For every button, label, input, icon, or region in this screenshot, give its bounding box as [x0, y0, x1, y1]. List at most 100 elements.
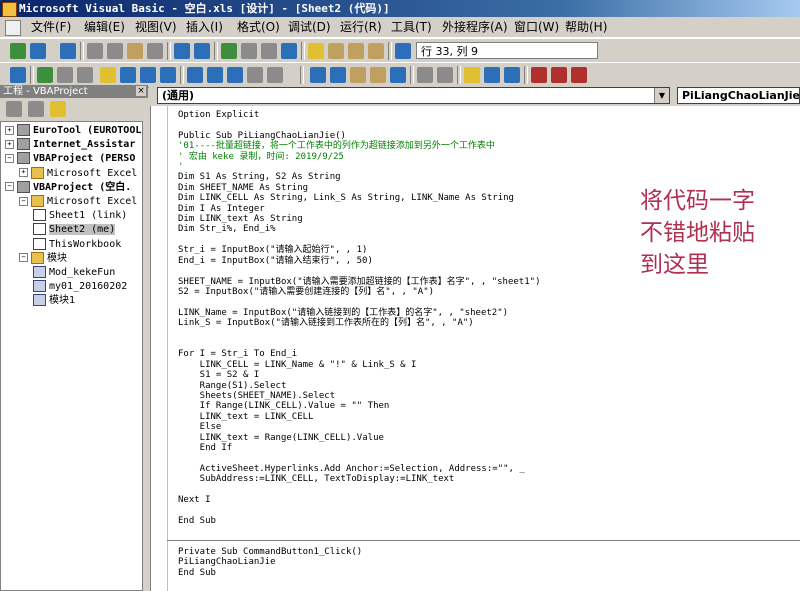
stop-icon[interactable] — [77, 67, 93, 83]
expand-icon[interactable]: + — [19, 168, 28, 178]
list-constants-icon[interactable] — [330, 67, 346, 83]
code-window-icon[interactable] — [5, 20, 21, 36]
collapse-icon[interactable]: − — [19, 253, 28, 263]
toggle-breakpoint-icon[interactable] — [100, 67, 116, 83]
code-line[interactable] — [178, 453, 798, 463]
step-into-icon[interactable] — [120, 67, 136, 83]
code-line[interactable]: LINK_Name = InputBox("请输入链接到的【工作表】的名字", … — [178, 308, 798, 318]
code-comment-line[interactable]: ' 宏由 keke 录制，时间: 2019/9/25 — [178, 152, 798, 162]
code-line[interactable]: PiLiangChaoLianJie — [178, 557, 798, 567]
menu-file[interactable]: 文件(F) — [29, 17, 73, 37]
tree-item[interactable]: Mod_kekeFun — [33, 266, 115, 280]
menu-help[interactable]: 帮助(H) — [563, 17, 609, 37]
project-explorer-icon[interactable] — [308, 43, 324, 59]
project-tree-scrollbar[interactable] — [143, 121, 149, 591]
tree-item[interactable]: my01_20160202 — [33, 280, 127, 294]
undo-icon[interactable] — [174, 43, 190, 59]
tree-item[interactable]: − VBAProject (PERSO — [5, 152, 135, 166]
code-line[interactable] — [178, 485, 798, 495]
code-line[interactable]: Dim S1 As String, S2 As String — [178, 172, 798, 182]
view-object-icon[interactable] — [28, 101, 44, 117]
locals-window-icon[interactable] — [187, 67, 203, 83]
copy-icon[interactable] — [107, 43, 123, 59]
code-line[interactable]: Sheets(SHEET_NAME).Select — [178, 391, 798, 401]
tree-item[interactable]: Sheet1 (link) — [33, 209, 127, 223]
tree-item[interactable]: − Microsoft Excel — [19, 195, 137, 209]
uncomment-block-icon[interactable] — [504, 67, 520, 83]
menu-window[interactable]: 窗口(W) — [512, 17, 561, 37]
code-comment-line[interactable]: ' — [178, 162, 798, 172]
reset-icon[interactable] — [261, 43, 277, 59]
code-line[interactable]: LINK_text = Range(LINK_CELL).Value — [178, 433, 798, 443]
tree-item[interactable]: + Internet_Assistar — [5, 138, 135, 152]
menu-addins[interactable]: 外接程序(A) — [440, 17, 510, 37]
code-line[interactable]: S2 = InputBox("请输入需要创建连接的【列】名", , "A") — [178, 287, 798, 297]
save-icon[interactable] — [60, 43, 76, 59]
parameter-info-icon[interactable] — [370, 67, 386, 83]
quick-watch-icon[interactable] — [247, 67, 263, 83]
code-line[interactable] — [178, 537, 798, 547]
break-icon[interactable] — [241, 43, 257, 59]
code-line[interactable]: End Sub — [178, 516, 798, 526]
bookmark-toggle-icon[interactable] — [531, 67, 547, 83]
tree-item[interactable]: ThisWorkbook — [33, 237, 121, 252]
code-line[interactable] — [178, 297, 798, 307]
code-line[interactable]: S1 = S2 & I — [178, 370, 798, 380]
help-icon[interactable] — [395, 43, 411, 59]
code-line[interactable]: Range(S1).Select — [178, 381, 798, 391]
procedure-combo[interactable]: PiLiangChaoLianJie — [677, 87, 800, 104]
tree-item[interactable]: − VBAProject (空白. — [5, 180, 131, 195]
code-line[interactable] — [178, 505, 798, 515]
code-line[interactable]: End Sub — [178, 568, 798, 578]
tree-item[interactable]: + EuroTool (EUROTOOL — [5, 124, 141, 138]
tree-item[interactable]: + Microsoft Excel — [19, 166, 137, 181]
insert-module-icon[interactable] — [30, 43, 46, 59]
run-icon[interactable] — [221, 43, 237, 59]
expand-icon[interactable]: + — [5, 139, 14, 149]
previous-bookmark-icon[interactable] — [571, 67, 587, 83]
code-margin[interactable] — [151, 106, 168, 591]
view-excel-icon[interactable] — [10, 43, 26, 59]
immediate-window-icon[interactable] — [207, 67, 223, 83]
menu-tools[interactable]: 工具(T) — [389, 17, 434, 37]
run-sub-icon[interactable] — [37, 67, 53, 83]
design-mode-icon[interactable] — [281, 43, 297, 59]
complete-word-icon[interactable] — [390, 67, 406, 83]
toolbox-icon[interactable] — [368, 43, 384, 59]
list-properties-icon[interactable] — [310, 67, 326, 83]
code-line[interactable] — [178, 329, 798, 339]
code-line[interactable]: Private Sub CommandButton1_Click() — [178, 547, 798, 557]
collapse-icon[interactable]: − — [5, 153, 14, 163]
outdent-icon[interactable] — [437, 67, 453, 83]
call-stack-icon[interactable] — [267, 67, 283, 83]
collapse-icon[interactable]: − — [5, 182, 14, 192]
chevron-down-icon[interactable]: ▼ — [654, 88, 669, 103]
code-line[interactable]: Else — [178, 422, 798, 432]
redo-icon[interactable] — [194, 43, 210, 59]
code-text[interactable]: Option Explicit Public Sub PiLiangChaoLi… — [178, 110, 798, 578]
code-line[interactable]: LINK_CELL = LINK_Name & "!" & Link_S & I — [178, 360, 798, 370]
hand-icon[interactable] — [464, 67, 480, 83]
paste-icon[interactable] — [127, 43, 143, 59]
close-icon[interactable]: × — [136, 86, 146, 96]
code-line[interactable]: If Range(LINK_CELL).Value = "" Then — [178, 401, 798, 411]
step-over-icon[interactable] — [140, 67, 156, 83]
step-out-icon[interactable] — [160, 67, 176, 83]
code-line[interactable]: ActiveSheet.Hyperlinks.Add Anchor:=Selec… — [178, 464, 798, 474]
indent-icon[interactable] — [417, 67, 433, 83]
cut-icon[interactable] — [87, 43, 103, 59]
design-toggle-icon[interactable] — [10, 67, 26, 83]
code-line[interactable]: SubAddress:=LINK_CELL, TextToDisplay:=LI… — [178, 474, 798, 484]
menu-debug[interactable]: 调试(D) — [286, 17, 333, 37]
properties-icon[interactable] — [328, 43, 344, 59]
code-line[interactable]: LINK_text = LINK_CELL — [178, 412, 798, 422]
code-line[interactable]: Option Explicit — [178, 110, 798, 120]
toggle-folders-icon[interactable] — [50, 101, 66, 117]
code-editor[interactable]: Option Explicit Public Sub PiLiangChaoLi… — [150, 106, 800, 591]
menu-view[interactable]: 视图(V) — [133, 17, 179, 37]
code-line[interactable]: Public Sub PiLiangChaoLianJie() — [178, 131, 798, 141]
menu-run[interactable]: 运行(R) — [338, 17, 384, 37]
code-line[interactable] — [178, 526, 798, 536]
project-tree[interactable]: + EuroTool (EUROTOOL + Internet_Assistar − VB… — [0, 121, 143, 591]
code-line[interactable]: Next I — [178, 495, 798, 505]
